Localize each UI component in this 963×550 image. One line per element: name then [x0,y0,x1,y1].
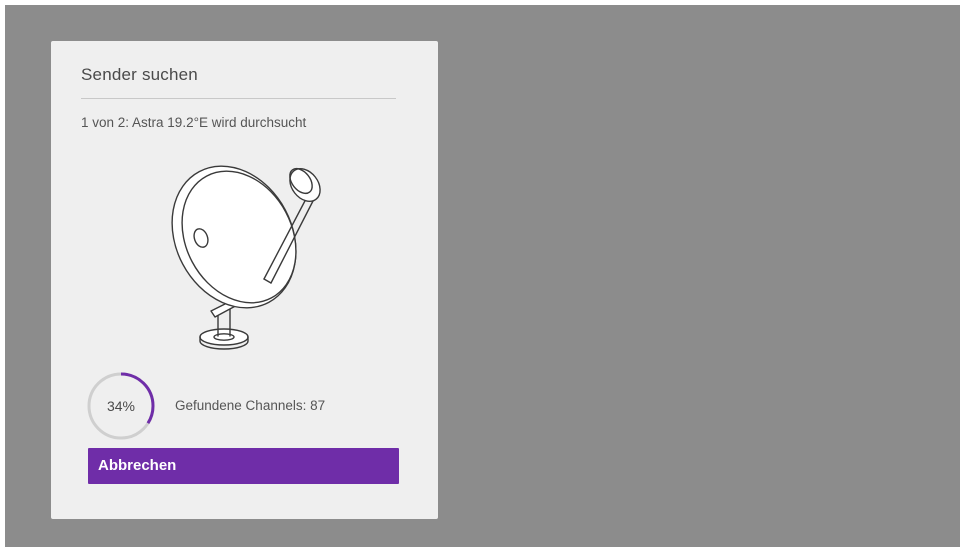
screen-background: Sender suchen 1 von 2: Astra 19.2°E wird… [5,5,960,547]
title-divider [81,98,396,99]
satellite-dish-icon [171,165,321,350]
scan-status-text: 1 von 2: Astra 19.2°E wird durchsucht [81,115,307,130]
cancel-button[interactable]: Abbrechen [88,448,399,484]
found-channels-text: Gefundene Channels: 87 [175,398,326,413]
channel-scan-dialog: Sender suchen 1 von 2: Astra 19.2°E wird… [51,41,438,519]
progress-percent: 34% [106,398,136,414]
dialog-title: Sender suchen [81,65,198,84]
